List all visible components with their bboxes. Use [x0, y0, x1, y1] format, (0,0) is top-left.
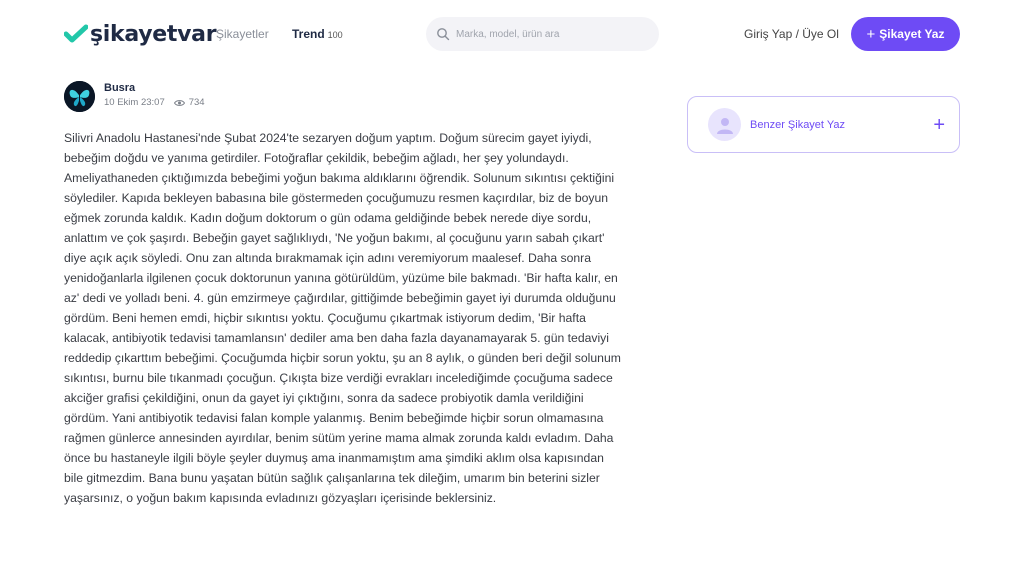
login-register-link[interactable]: Giriş Yap / Üye Ol [744, 27, 839, 41]
logo[interactable]: şikayetvar [64, 20, 217, 48]
eye-icon [173, 99, 185, 107]
site-header: şikayetvar Şikayetler Trend100 Giriş Yap… [0, 0, 1024, 70]
write-complaint-button[interactable]: + Şikayet Yaz [851, 17, 960, 51]
plus-icon[interactable]: + [933, 115, 945, 135]
trend-badge: 100 [327, 30, 343, 40]
plus-icon: + [866, 25, 876, 43]
view-count: 734 [188, 97, 205, 108]
logo-text: şikayetvar [90, 21, 217, 47]
complaint-text: Silivri Anadolu Hastanesi'nde Şubat 2024… [64, 131, 621, 505]
avatar[interactable] [64, 81, 95, 112]
write-complaint-label: Şikayet Yaz [879, 27, 945, 41]
complaint-meta: 10 Ekim 23:07 734 [104, 97, 205, 108]
author-name[interactable]: Busra [104, 82, 135, 94]
user-placeholder-icon [708, 108, 741, 141]
similar-complaint-label: Benzer Şikayet Yaz [750, 118, 845, 131]
butterfly-avatar-icon [64, 81, 95, 112]
search-input[interactable] [456, 28, 646, 40]
nav-trend[interactable]: Trend 100 [292, 27, 343, 41]
complaint-date: 10 Ekim 23:07 [104, 97, 165, 108]
logo-check-icon [64, 24, 88, 43]
search-icon [437, 28, 450, 41]
nav-trend-label: Trend [292, 27, 325, 41]
similar-complaint-card[interactable]: Benzer Şikayet Yaz + [687, 96, 960, 153]
nav-complaints[interactable]: Şikayetler [216, 27, 269, 41]
search-bar[interactable] [426, 17, 659, 51]
